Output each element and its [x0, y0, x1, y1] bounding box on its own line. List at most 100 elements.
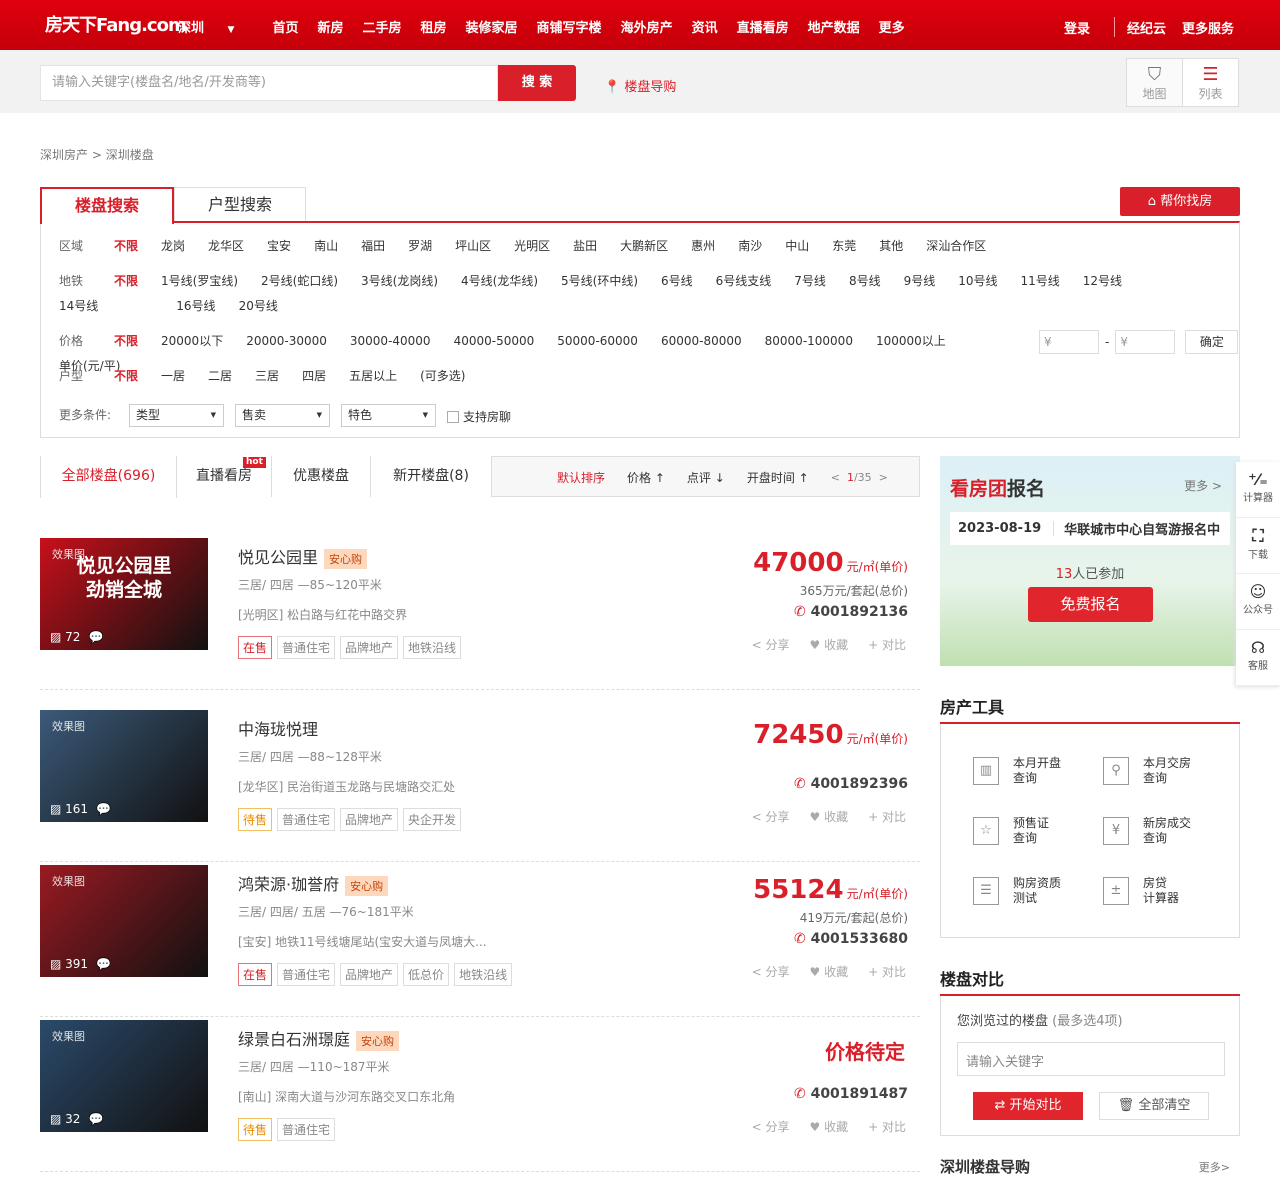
filter-option[interactable]: 四居 [302, 364, 326, 389]
share-button[interactable]: < 分享 [752, 1118, 790, 1135]
float-tool-wechat[interactable]: ☺ 公众号 [1236, 574, 1280, 630]
compare-button[interactable]: + 对比 [868, 808, 906, 825]
list-view-button[interactable]: ☰ 列表 [1182, 58, 1239, 107]
nav-item[interactable]: 直播看房 [737, 17, 789, 36]
share-button[interactable]: < 分享 [752, 963, 790, 980]
sort-default[interactable]: 默认排序 [557, 469, 605, 486]
filter-option[interactable]: 6号线 [661, 269, 693, 294]
tab-new-open[interactable]: 新开楼盘(8) [371, 456, 492, 497]
filter-option[interactable]: 50000-60000 [557, 329, 638, 354]
filter-option[interactable]: 惠州 [691, 234, 715, 259]
filter-option[interactable]: 大鹏新区 [620, 234, 668, 259]
search-input[interactable]: 请输入关键字(楼盘名/地名/开发商等) [40, 65, 498, 101]
share-button[interactable]: < 分享 [752, 808, 790, 825]
nav-item[interactable]: 更多 [879, 17, 905, 36]
filter-option[interactable]: 11号线 [1021, 269, 1060, 294]
filter-option[interactable]: 12号线 [1083, 269, 1122, 294]
listing-image[interactable]: 效果图 ▨ 32 💬 [40, 1020, 208, 1132]
type-select[interactable]: 类型 [129, 404, 224, 427]
filter-option[interactable]: 30000-40000 [350, 329, 431, 354]
filter-option[interactable]: 不限 [114, 329, 138, 354]
filter-option[interactable]: 10号线 [958, 269, 997, 294]
compare-input[interactable]: 请输入关键字 [957, 1042, 1225, 1076]
nav-item[interactable]: 二手房 [363, 17, 402, 36]
float-tool-headset[interactable]: ☊ 客服 [1236, 630, 1280, 686]
filter-option[interactable]: 80000-100000 [765, 329, 853, 354]
filter-option[interactable]: 9号线 [904, 269, 936, 294]
fav-button[interactable]: ♥ 收藏 [810, 963, 849, 980]
nav-item[interactable]: 租房 [421, 17, 447, 36]
guide-more-link[interactable]: 更多> [1199, 1159, 1230, 1175]
listing-address[interactable]: [宝安] 地铁11号线塘尾站(宝安大道与凤塘大... [238, 933, 487, 950]
listing-name[interactable]: 中海珑悦理 [238, 716, 318, 740]
tab-building-search[interactable]: 楼盘搜索 [40, 187, 174, 224]
filter-option[interactable]: 14号线 [59, 294, 98, 319]
listing-name[interactable]: 鸿荣源·珈誉府 安心购 [238, 871, 389, 896]
tool-item[interactable]: ☰ 购房资质 测试 [973, 876, 1061, 906]
compare-button[interactable]: + 对比 [868, 636, 906, 653]
tab-discount[interactable]: 优惠楼盘 [272, 456, 371, 497]
breadcrumb-item[interactable]: 深圳楼盘 [106, 148, 154, 162]
filter-option[interactable]: 7号线 [794, 269, 826, 294]
tool-item[interactable]: ⚲ 本月交房 查询 [1103, 756, 1191, 786]
filter-option[interactable]: 2号线(蛇口线) [261, 269, 338, 294]
filter-option[interactable]: 20000以下 [161, 329, 223, 354]
filter-option[interactable]: 不限 [114, 364, 138, 389]
filter-option[interactable]: 福田 [361, 234, 385, 259]
fav-button[interactable]: ♥ 收藏 [810, 636, 849, 653]
help-find-button[interactable]: ⌂ 帮你找房 [1120, 187, 1240, 216]
listing-name[interactable]: 绿景白石洲璟庭 安心购 [238, 1026, 400, 1051]
fav-button[interactable]: ♥ 收藏 [810, 808, 849, 825]
filter-option[interactable]: 五居以上 [349, 364, 397, 389]
filter-option[interactable]: 1号线(罗宝线) [161, 269, 238, 294]
filter-option[interactable]: 20号线 [239, 294, 278, 319]
group-event[interactable]: 2023-08-19 华联城市中心自驾游报名中 [950, 512, 1230, 545]
compare-button[interactable]: + 对比 [868, 963, 906, 980]
sort-review[interactable]: 点评 ↓ [687, 469, 725, 486]
sort-price[interactable]: 价格 ↑ [627, 469, 665, 486]
logo[interactable]: 房天下Fang.com [45, 11, 187, 37]
jingjiyun-link[interactable]: 经纪云 [1127, 18, 1166, 37]
phone-number[interactable]: ✆ 4001891487 [794, 1086, 908, 1102]
tab-all-listings[interactable]: 全部楼盘(696) [40, 456, 177, 498]
support-chat-checkbox[interactable]: 支持房聊 [447, 408, 511, 425]
listing-image[interactable]: 效果图 ▨ 161 💬 [40, 710, 208, 822]
nav-item[interactable]: 商铺写字楼 [537, 17, 602, 36]
filter-option[interactable]: 16号线 [176, 294, 215, 319]
clear-all-button[interactable]: 🗑 全部清空 [1099, 1092, 1209, 1120]
filter-option[interactable]: 南山 [314, 234, 338, 259]
login-link[interactable]: 登录 [1064, 18, 1090, 37]
price-min-input[interactable]: ¥ [1039, 330, 1099, 354]
city-select[interactable]: 深圳 ▼ [178, 17, 253, 36]
listing-address[interactable]: [光明区] 松白路与红花中路交界 [238, 606, 407, 623]
filter-option[interactable]: 60000-80000 [661, 329, 742, 354]
filter-option[interactable]: 坪山区 [455, 234, 491, 259]
feature-select[interactable]: 特色 [341, 404, 436, 427]
filter-option[interactable]: 罗湖 [408, 234, 432, 259]
nav-item[interactable]: 新房 [317, 17, 343, 36]
share-button[interactable]: < 分享 [752, 636, 790, 653]
filter-option[interactable]: 一居 [161, 364, 185, 389]
filter-option[interactable]: 其他 [879, 234, 903, 259]
nav-item[interactable]: 海外房产 [621, 17, 673, 36]
tab-live-viewing[interactable]: 直播看房 hot [177, 456, 272, 497]
filter-option[interactable]: 6号线支线 [716, 269, 772, 294]
filter-option[interactable]: 盐田 [573, 234, 597, 259]
float-tool-qr-scan[interactable]: ⛶ 下载 [1236, 518, 1280, 574]
filter-option[interactable]: 三居 [255, 364, 279, 389]
filter-option[interactable]: (可多选) [420, 364, 465, 389]
filter-option[interactable]: 龙华区 [208, 234, 244, 259]
listing-address[interactable]: [龙华区] 民治街道玉龙路与民塘路交汇处 [238, 778, 455, 795]
free-signup-button[interactable]: 免费报名 [1028, 587, 1153, 622]
filter-option[interactable]: 光明区 [514, 234, 550, 259]
tool-item[interactable]: ☆ 预售证 查询 [973, 816, 1049, 846]
filter-option[interactable]: 龙岗 [161, 234, 185, 259]
filter-option[interactable]: 宝安 [267, 234, 291, 259]
price-max-input[interactable]: ¥ [1115, 330, 1176, 354]
phone-number[interactable]: ✆ 4001892396 [794, 776, 908, 792]
search-button[interactable]: 搜 索 [498, 65, 576, 101]
nav-item[interactable]: 资讯 [692, 17, 718, 36]
filter-option[interactable]: 不限 [114, 269, 138, 294]
price-confirm-button[interactable]: 确定 [1185, 330, 1239, 354]
nav-item[interactable]: 地产数据 [808, 17, 860, 36]
